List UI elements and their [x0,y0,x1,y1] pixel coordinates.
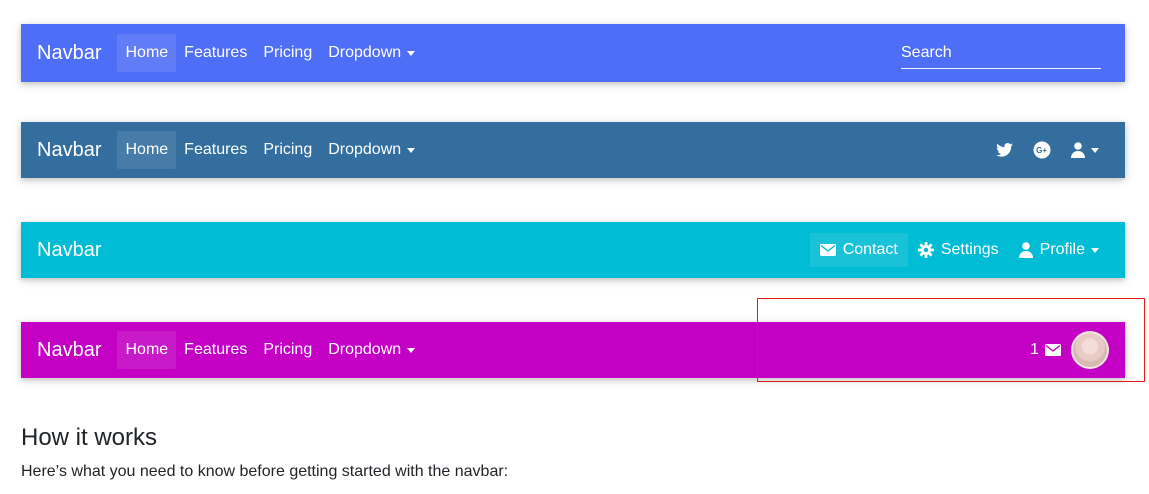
user-icon [1071,142,1085,158]
section-text: Here’s what you need to know before gett… [21,463,509,480]
svg-text:G+: G+ [1036,146,1047,155]
navbar-social: Navbar Home Features Pricing Dropdown G+ [21,122,1125,178]
caret-down-icon [407,347,416,353]
nav-dropdown-label: Dropdown [328,141,402,158]
nav-link-pricing[interactable]: Pricing [255,331,320,369]
contact-link[interactable]: Contact [809,233,908,267]
nav-link-features[interactable]: Features [176,131,255,169]
nav-right-links: Contact Settings Profile [809,233,1109,267]
caret-down-icon [407,147,416,153]
contact-label: Contact [842,241,898,258]
navbar-account: Navbar Contact Settings Profile [21,222,1125,278]
settings-link[interactable]: Settings [908,233,1009,267]
section-title: How it works [21,424,158,451]
nav-links: Home Features Pricing Dropdown [117,331,423,369]
nav-link-home[interactable]: Home [117,34,177,72]
twitter-icon [996,143,1013,157]
navbar-brand[interactable]: Navbar [37,42,101,65]
caret-down-icon [1091,147,1099,153]
gear-icon [917,242,934,258]
nav-dropdown[interactable]: Dropdown [320,331,423,369]
nav-links: Home Features Pricing Dropdown [117,34,423,72]
nav-links: Home Features Pricing Dropdown [117,131,423,169]
nav-dropdown[interactable]: Dropdown [320,34,423,72]
settings-label: Settings [940,241,999,258]
highlight-box [757,298,1145,382]
user-icon [1018,242,1033,258]
navbar-primary: Navbar Home Features Pricing Dropdown [21,24,1125,82]
profile-dropdown[interactable]: Profile [1009,233,1109,267]
profile-label: Profile [1039,241,1085,258]
navbar-brand[interactable]: Navbar [37,339,101,362]
nav-dropdown-label: Dropdown [328,341,402,358]
nav-link-pricing[interactable]: Pricing [255,34,320,72]
navbar-brand[interactable]: Navbar [37,139,101,162]
nav-link-features[interactable]: Features [176,34,255,72]
google-plus-link[interactable]: G+ [1023,133,1061,167]
nav-link-home[interactable]: Home [117,331,177,369]
nav-link-pricing[interactable]: Pricing [255,131,320,169]
envelope-icon [819,244,836,256]
nav-dropdown-label: Dropdown [328,44,402,61]
nav-dropdown[interactable]: Dropdown [320,131,423,169]
navbar-brand[interactable]: Navbar [37,239,101,262]
caret-down-icon [407,50,416,56]
nav-link-features[interactable]: Features [176,331,255,369]
nav-link-home[interactable]: Home [117,131,177,169]
search-input[interactable] [901,37,1101,69]
twitter-link[interactable] [986,135,1023,165]
google-plus-icon: G+ [1033,141,1051,159]
user-menu[interactable] [1061,134,1109,166]
caret-down-icon [1091,247,1099,253]
